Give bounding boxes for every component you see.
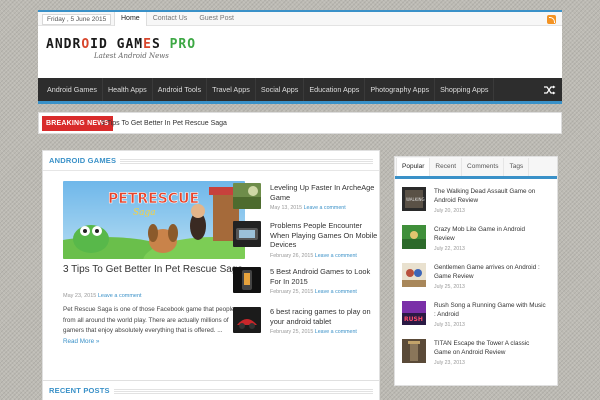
sidebar-post: RUSH Rush Song a Running Game with Music…	[402, 301, 547, 335]
post-title[interactable]: Problems People Encounter When Playing G…	[270, 221, 382, 250]
list-item: Leveling Up Faster In ArcheAge Game May …	[233, 183, 383, 219]
post-thumbnail[interactable]	[233, 267, 261, 293]
site-logo[interactable]: ANDROID GAMES PRO Latest Android News	[46, 38, 206, 68]
post-title[interactable]: Crazy Mob Lite Game in Android Review	[434, 225, 547, 243]
post-thumbnail[interactable]	[402, 225, 426, 249]
featured-post-meta: May 23, 2015 Leave a comment	[63, 293, 142, 299]
tab-recent[interactable]: Recent	[430, 158, 463, 176]
breaking-news-headline[interactable]: 3 Tips To Get Better In Pet Rescue Saga	[101, 116, 227, 131]
post-meta: February 26, 2015 Leave a comment	[270, 253, 357, 259]
post-thumbnail[interactable]	[233, 307, 261, 333]
top-nav-home[interactable]: Home	[114, 12, 147, 26]
breaking-news-bar: BREAKING NEWS 3 Tips To Get Better In Pe…	[38, 112, 562, 134]
post-meta: May 13, 2015 Leave a comment	[270, 205, 346, 211]
list-item: 6 best racing games to play on your andr…	[233, 307, 383, 343]
logo-wordmark: ANDROID GAMES PRO	[46, 37, 197, 52]
svg-text:Saga: Saga	[133, 208, 156, 218]
svg-text:WALKING: WALKING	[406, 197, 425, 202]
nav-item-photography-apps[interactable]: Photography Apps	[365, 78, 436, 101]
top-navigation: Home Contact Us Guest Post	[114, 12, 240, 26]
sidebar-post: Crazy Mob Lite Game in Android Review Ju…	[402, 225, 547, 259]
post-title[interactable]: 6 best racing games to play on your andr…	[270, 307, 382, 326]
post-title[interactable]: Gentlemen Game arrives on Android : Game…	[434, 263, 547, 281]
sidebar-post: Gentlemen Game arrives on Android : Game…	[402, 263, 547, 297]
featured-post-title[interactable]: 3 Tips To Get Better In Pet Rescue Saga	[63, 264, 243, 277]
tabs-header: Popular Recent Comments Tags	[395, 157, 557, 179]
main-navigation: Android Games Health Apps Android Tools …	[38, 78, 562, 104]
list-item: 5 Best Android Games to Look For In 2015…	[233, 267, 383, 303]
recent-posts-section: RECENT POSTS	[42, 380, 380, 400]
post-date: July 20, 2013	[434, 208, 465, 214]
post-date: July 31, 2013	[434, 322, 465, 328]
sidebar-post: WALKING The Walking Dead Assault Game on…	[402, 187, 547, 221]
featured-post-comment-link[interactable]: Leave a comment	[98, 293, 142, 299]
rss-icon[interactable]	[547, 15, 556, 24]
post-meta: February 25, 2015 Leave a comment	[270, 289, 357, 295]
nav-item-android-tools[interactable]: Android Tools	[153, 78, 208, 101]
post-date: July 22, 2013	[434, 246, 465, 252]
nav-item-social-apps[interactable]: Social Apps	[256, 78, 305, 101]
sidebar-tabs-widget: Popular Recent Comments Tags WALKING The…	[394, 156, 558, 386]
post-title[interactable]: Rush Song a Running Game with Music : An…	[434, 301, 547, 319]
nav-item-health-apps[interactable]: Health Apps	[103, 78, 153, 101]
android-games-section: ANDROID GAMES PETRESCUE Saga 3 Tips To G…	[42, 150, 380, 382]
featured-post-excerpt: Pet Rescue Saga is one of those Facebook…	[63, 306, 235, 345]
post-thumbnail[interactable]	[402, 263, 426, 287]
tab-popular[interactable]: Popular	[396, 158, 431, 176]
post-meta: February 25, 2015 Leave a comment	[270, 329, 357, 335]
post-thumbnail[interactable]	[402, 339, 426, 363]
post-date: July 25, 2013	[434, 284, 465, 290]
post-thumbnail[interactable]	[233, 221, 261, 247]
list-item: Problems People Encounter When Playing G…	[233, 221, 383, 259]
post-title[interactable]: TITAN Escape the Tower A classic Game on…	[434, 339, 547, 357]
nav-item-travel-apps[interactable]: Travel Apps	[207, 78, 256, 101]
sidebar-post: TITAN Escape the Tower A classic Game on…	[402, 339, 547, 373]
post-title[interactable]: Leveling Up Faster In ArcheAge Game	[270, 183, 382, 202]
svg-text:PETRESCUE: PETRESCUE	[108, 191, 199, 207]
top-nav-contact-us[interactable]: Contact Us	[147, 12, 194, 26]
current-date: Friday , 5 June 2015	[42, 14, 112, 25]
nav-item-shopping-apps[interactable]: Shopping Apps	[435, 78, 495, 101]
post-thumbnail[interactable]	[233, 183, 261, 209]
post-date: July 23, 2013	[434, 360, 465, 366]
read-more-link[interactable]: Read More »	[63, 338, 99, 345]
featured-post-image[interactable]: PETRESCUE Saga	[63, 181, 245, 259]
top-bar: Friday , 5 June 2015 Home Contact Us Gue…	[38, 10, 562, 26]
top-nav-guest-post[interactable]: Guest Post	[193, 12, 240, 26]
section-header: ANDROID GAMES	[43, 151, 379, 171]
nav-item-android-games[interactable]: Android Games	[38, 78, 103, 101]
section-title[interactable]: ANDROID GAMES	[49, 155, 121, 167]
svg-text:RUSH: RUSH	[404, 316, 423, 323]
logo-tagline: Latest Android News	[94, 52, 169, 60]
tab-comments[interactable]: Comments	[462, 158, 505, 176]
post-title[interactable]: The Walking Dead Assault Game on Android…	[434, 187, 547, 205]
post-title[interactable]: 5 Best Android Games to Look For In 2015	[270, 267, 382, 286]
shuffle-icon[interactable]	[544, 85, 556, 95]
nav-item-education-apps[interactable]: Education Apps	[304, 78, 366, 101]
page-wrapper: Friday , 5 June 2015 Home Contact Us Gue…	[38, 0, 562, 400]
sidebar-tabs: Popular Recent Comments Tags	[396, 158, 530, 176]
section-header: RECENT POSTS	[43, 381, 379, 400]
post-thumbnail[interactable]: WALKING	[402, 187, 426, 211]
tab-tags[interactable]: Tags	[504, 158, 530, 176]
site-header: ANDROID GAMES PRO Latest Android News	[38, 26, 562, 78]
section-title[interactable]: RECENT POSTS	[49, 385, 114, 397]
post-thumbnail[interactable]: RUSH	[402, 301, 426, 325]
featured-post-date: May 23, 2015	[63, 293, 97, 299]
